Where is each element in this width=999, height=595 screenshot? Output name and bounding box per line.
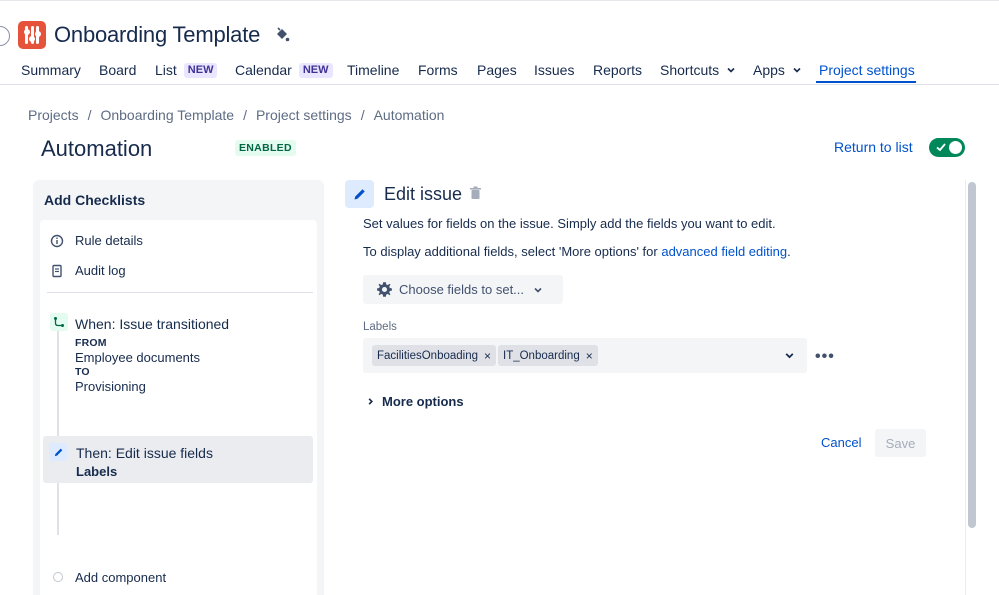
- to-value: Provisioning: [75, 379, 146, 394]
- tab-reports[interactable]: Reports: [593, 60, 642, 80]
- pencil-icon: [49, 443, 67, 461]
- editor-title: Edit issue: [384, 184, 463, 204]
- chevron-down-icon: [793, 67, 801, 73]
- tab-board[interactable]: Board: [99, 60, 136, 80]
- top-border: [0, 0, 999, 1]
- action-subtitle: Labels: [76, 464, 118, 479]
- tab-timeline[interactable]: Timeline: [347, 60, 399, 80]
- paint-bucket-icon[interactable]: [274, 27, 290, 43]
- remove-tag-icon[interactable]: ×: [484, 349, 491, 363]
- more-options-toggle[interactable]: More options: [366, 394, 464, 409]
- info-icon: [50, 234, 64, 248]
- add-component-dot-icon: [53, 572, 63, 582]
- breadcrumb-automation[interactable]: Automation: [374, 107, 445, 123]
- gear-icon: [376, 281, 393, 298]
- trigger-title: When: Issue transitioned: [75, 316, 230, 332]
- breadcrumb-separator: /: [360, 107, 365, 123]
- divider: [47, 292, 313, 293]
- chevron-down-icon[interactable]: [784, 350, 795, 361]
- tab-issues[interactable]: Issues: [534, 60, 574, 80]
- from-value: Employee documents: [75, 350, 201, 365]
- action-component[interactable]: Then: Edit issue fields Labels: [43, 436, 313, 483]
- flow-connector-line: [57, 320, 59, 535]
- project-header: Onboarding Template: [18, 20, 290, 50]
- trash-icon[interactable]: [469, 186, 482, 200]
- page-title: Automation: [41, 136, 153, 161]
- audit-log-item[interactable]: Audit log: [50, 263, 126, 278]
- rule-details-item[interactable]: Rule details: [50, 233, 143, 248]
- save-button[interactable]: Save: [875, 429, 926, 457]
- active-tab-indicator: [816, 81, 916, 83]
- to-label: TO: [75, 366, 90, 378]
- breadcrumb-projects[interactable]: Projects: [28, 107, 79, 123]
- tab-apps[interactable]: Apps: [753, 60, 802, 80]
- add-component-button[interactable]: Add component: [75, 570, 166, 585]
- pencil-icon: [345, 180, 374, 208]
- breadcrumb-project[interactable]: Onboarding Template: [100, 107, 234, 123]
- tab-pages[interactable]: Pages: [477, 60, 517, 80]
- return-to-list-link[interactable]: Return to list: [834, 139, 913, 155]
- chevron-down-icon: [727, 67, 735, 73]
- tab-list[interactable]: List NEW: [155, 60, 218, 80]
- breadcrumb-separator: /: [87, 107, 92, 123]
- tab-forms[interactable]: Forms: [418, 60, 458, 80]
- new-badge: NEW: [183, 62, 218, 78]
- tab-shortcuts[interactable]: Shortcuts: [660, 60, 736, 80]
- rule-components-list: Rule details Audit log When: Issue trans…: [40, 220, 317, 595]
- remove-tag-icon[interactable]: ×: [586, 349, 593, 363]
- label-tag: IT_Onboarding ×: [498, 345, 598, 366]
- label-tag: FacilitiesOnboading ×: [372, 345, 497, 366]
- new-badge: NEW: [298, 62, 333, 78]
- project-logo-icon: [18, 21, 46, 49]
- chevron-right-icon: [366, 397, 375, 406]
- editor-description: Set values for fields on the issue. Simp…: [363, 216, 776, 231]
- collapse-sidebar-handle[interactable]: [0, 26, 10, 46]
- scrollbar-thumb[interactable]: [968, 182, 976, 528]
- cancel-button[interactable]: Cancel: [821, 435, 861, 450]
- advanced-field-editing-link[interactable]: advanced field editing: [661, 244, 787, 259]
- chevron-down-icon: [534, 287, 542, 293]
- editor-hint: To display additional fields, select 'Mo…: [363, 244, 791, 259]
- breadcrumb: Projects / Onboarding Template / Project…: [28, 107, 444, 123]
- labels-field-label: Labels: [363, 321, 397, 333]
- rule-enabled-toggle[interactable]: [929, 138, 965, 157]
- transition-icon: [50, 313, 68, 331]
- more-actions-icon[interactable]: •••: [815, 348, 835, 366]
- from-label: FROM: [75, 337, 107, 349]
- choose-fields-button[interactable]: Choose fields to set...: [363, 275, 563, 304]
- labels-multiselect[interactable]: FacilitiesOnboading × IT_Onboarding ×: [363, 338, 807, 373]
- tab-summary[interactable]: Summary: [21, 60, 81, 80]
- check-icon: [936, 143, 946, 152]
- tab-calendar[interactable]: Calendar NEW: [235, 60, 333, 80]
- tab-project-settings[interactable]: Project settings: [819, 60, 915, 80]
- action-title: Then: Edit issue fields: [76, 445, 213, 461]
- status-badge: ENABLED: [235, 140, 296, 156]
- rule-outline-panel: Add Checklists Rule details Audit log Wh…: [33, 180, 324, 595]
- rule-name: Add Checklists: [44, 192, 146, 208]
- breadcrumb-project-settings[interactable]: Project settings: [256, 107, 352, 123]
- breadcrumb-separator: /: [243, 107, 247, 123]
- document-icon: [50, 264, 64, 278]
- project-title: Onboarding Template: [54, 22, 261, 47]
